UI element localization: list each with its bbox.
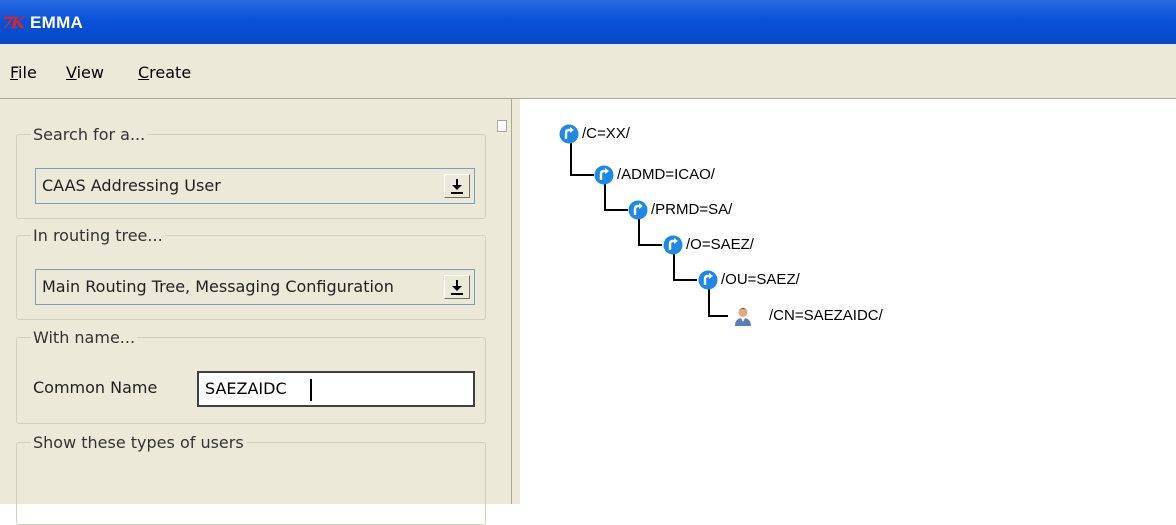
search-for-combo[interactable]: CAAS Addressing User — [35, 168, 475, 204]
panel-splitter[interactable] — [508, 99, 520, 504]
menu-create[interactable]: Create — [138, 62, 191, 84]
routing-node-icon[interactable] — [559, 124, 579, 144]
tree-connector-line — [638, 244, 662, 246]
menu-view[interactable]: View — [66, 62, 104, 84]
menu-bar: File View Create — [0, 44, 1176, 99]
search-for-dropdown-button[interactable] — [444, 174, 470, 198]
routing-tree-dropdown-button[interactable] — [444, 275, 470, 299]
search-for-legend: Search for a... — [33, 125, 146, 144]
with-name-legend: With name... — [33, 328, 136, 347]
search-for-group: Search for a... CAAS Addressing User — [16, 125, 486, 219]
menu-file[interactable]: File — [10, 62, 37, 84]
splitter-grip-handle[interactable] — [497, 120, 507, 132]
menu-file-mnemonic: F — [10, 63, 19, 82]
user-types-group: Show these types of users — [16, 433, 486, 525]
tree-node-label[interactable]: /O=SAEZ/ — [686, 234, 754, 256]
common-name-input[interactable]: SAEZAIDC — [197, 371, 475, 407]
with-name-group: With name... Common Name SAEZAIDC — [16, 328, 486, 424]
tree-connector-line — [570, 174, 594, 176]
routing-tree-legend: In routing tree... — [33, 226, 163, 245]
tree-node-label[interactable]: /PRMD=SA/ — [651, 199, 732, 221]
text-caret — [310, 379, 312, 401]
routing-tree-group: In routing tree... Main Routing Tree, Me… — [16, 226, 486, 320]
routing-node-icon[interactable] — [628, 200, 648, 220]
routing-node-icon[interactable] — [698, 270, 718, 290]
user-icon[interactable] — [733, 306, 753, 326]
common-name-value: SAEZAIDC — [205, 379, 287, 398]
download-arrow-icon — [451, 280, 463, 295]
tree-connector-line — [673, 279, 697, 281]
routing-node-icon[interactable] — [663, 235, 683, 255]
window-title: EMMA — [30, 13, 84, 32]
app-logo-icon: 7K — [2, 13, 25, 32]
menu-create-label: reate — [149, 63, 192, 82]
common-name-label: Common Name — [33, 378, 158, 397]
routing-tree-view[interactable]: /C=XX/ /ADMD=ICAO/ /PRMD=SA/ /O=SAEZ/ /O… — [521, 99, 1176, 504]
user-types-legend: Show these types of users — [33, 433, 244, 452]
tree-connector-line — [708, 315, 728, 317]
tree-node-label[interactable]: /OU=SAEZ/ — [721, 269, 800, 291]
search-for-value: CAAS Addressing User — [42, 176, 221, 195]
menu-create-mnemonic: C — [138, 63, 150, 82]
routing-tree-value: Main Routing Tree, Messaging Configurati… — [42, 277, 394, 296]
menu-view-mnemonic: V — [66, 63, 77, 82]
routing-tree-combo[interactable]: Main Routing Tree, Messaging Configurati… — [35, 269, 475, 305]
menu-view-label: iew — [76, 63, 104, 82]
download-arrow-icon — [451, 179, 463, 194]
tree-node-label[interactable]: /C=XX/ — [582, 123, 630, 145]
menu-file-label: ile — [18, 63, 37, 82]
tree-node-label[interactable]: /ADMD=ICAO/ — [617, 164, 715, 186]
tree-node-label[interactable]: /CN=SAEZAIDC/ — [769, 305, 883, 327]
search-panel: Search for a... CAAS Addressing User In … — [0, 99, 509, 525]
splitter-divider — [511, 99, 512, 504]
routing-node-icon[interactable] — [594, 165, 614, 185]
title-bar[interactable]: 7K EMMA — [0, 0, 1176, 44]
tree-connector-line — [604, 209, 628, 211]
